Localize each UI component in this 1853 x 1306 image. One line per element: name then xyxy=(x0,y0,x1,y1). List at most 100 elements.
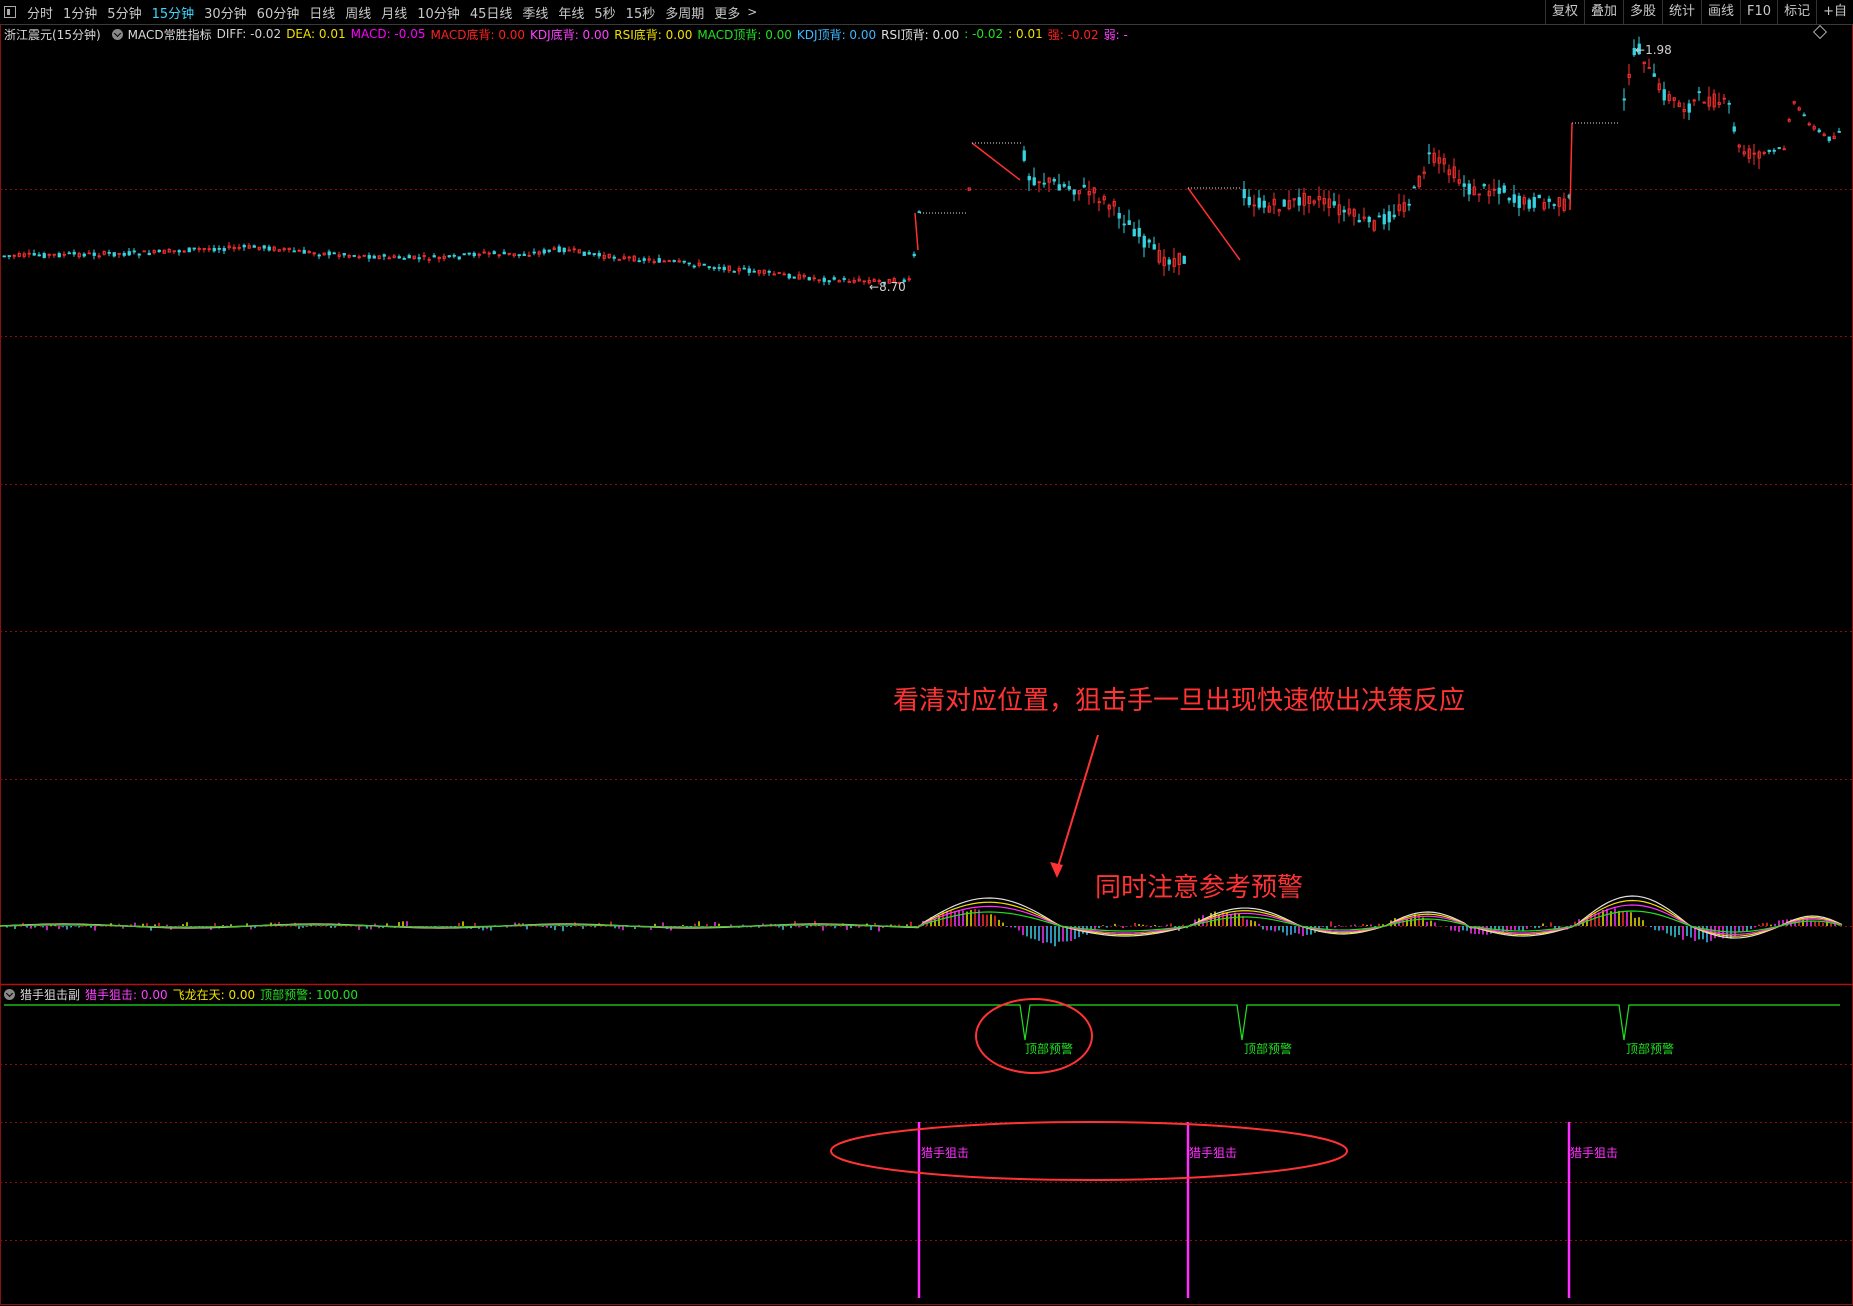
indicator-name[interactable]: MACD常胜指标 xyxy=(128,26,212,43)
period-tab[interactable]: 日线 xyxy=(304,3,340,22)
candle-body xyxy=(717,267,721,269)
candle-body xyxy=(1772,149,1776,152)
candle-body xyxy=(832,277,836,280)
candle-body xyxy=(157,249,161,253)
candle-body xyxy=(342,253,346,256)
toolbar-button[interactable]: F10 xyxy=(1740,0,1777,24)
candle-body xyxy=(397,256,401,259)
candle-body xyxy=(502,251,506,255)
candle-body xyxy=(1062,184,1066,187)
candle-body xyxy=(1377,215,1381,218)
toolbar-button[interactable]: 统计 xyxy=(1662,0,1701,24)
candle-body xyxy=(1827,136,1831,141)
sub-indicator-settings-icon[interactable] xyxy=(4,988,15,1000)
candle-body xyxy=(92,252,96,256)
candle-body xyxy=(842,278,846,280)
candle-body xyxy=(72,251,76,255)
macd-line xyxy=(0,899,1843,937)
candle-body xyxy=(1132,228,1136,237)
candle-body xyxy=(42,253,46,258)
period-tab[interactable]: 周线 xyxy=(340,3,376,22)
chart-canvas[interactable] xyxy=(0,0,1853,1306)
candle-body xyxy=(252,245,256,248)
period-tab[interactable]: 更多 xyxy=(709,3,745,22)
candle-body xyxy=(1467,183,1471,195)
period-tab[interactable]: 60分钟 xyxy=(252,3,305,22)
candle-body xyxy=(767,270,771,273)
period-tab[interactable]: 1分钟 xyxy=(58,3,102,22)
candle-body xyxy=(1537,194,1541,199)
candle-body xyxy=(542,249,546,254)
toolbar-button[interactable]: 标记 xyxy=(1777,0,1816,24)
toolbar-button[interactable]: 叠加 xyxy=(1583,0,1623,24)
period-tab[interactable]: 5秒 xyxy=(589,3,620,22)
period-tab[interactable]: 5分钟 xyxy=(102,3,146,22)
sniper-label: 猎手狙击 xyxy=(1189,1146,1238,1160)
candle-body xyxy=(1332,201,1336,206)
sub-indicator-value: 猎手狙击: 0.00 xyxy=(85,987,168,1002)
toolbar-button[interactable]: 复权 xyxy=(1544,0,1584,24)
candle-body xyxy=(1532,197,1536,208)
candle-body xyxy=(1407,203,1411,206)
candle-body xyxy=(1032,177,1036,186)
candle-body xyxy=(912,253,916,257)
candle-body xyxy=(462,253,466,256)
toolbar-button[interactable]: 多股 xyxy=(1623,0,1662,24)
candle-body xyxy=(1622,98,1626,101)
candle-body xyxy=(597,252,601,257)
candle-body xyxy=(1837,130,1841,133)
period-tab[interactable]: 分时 xyxy=(22,3,58,22)
period-tabs: 分时 1分钟 5分钟 15分钟 30分钟 60分钟 日线 周线 月线 10分钟 45日线 季线 年线 5秒… xyxy=(4,0,757,24)
chevron-right-icon[interactable]: > xyxy=(747,5,757,19)
period-tab[interactable]: 30分钟 xyxy=(199,3,252,22)
candle-body xyxy=(447,255,451,258)
gap-up-line xyxy=(914,212,919,251)
toolbar-button[interactable]: 画线 xyxy=(1701,0,1740,24)
period-tab[interactable]: 月线 xyxy=(376,3,412,22)
candle-body xyxy=(1462,183,1466,187)
candle-body xyxy=(407,255,411,259)
low-price-label: ←8.70 xyxy=(869,280,906,294)
period-tab[interactable]: 10分钟 xyxy=(412,3,465,22)
candle-body xyxy=(217,247,221,250)
candle-body xyxy=(147,252,151,256)
low-price-value: 8.70 xyxy=(879,280,906,294)
highlight-ellipse xyxy=(975,998,1093,1074)
candle-body xyxy=(1117,212,1121,219)
high-price-label: ←1.98 xyxy=(1635,43,1672,57)
period-tab[interactable]: 年线 xyxy=(553,3,589,22)
panel-toggle-icon[interactable] xyxy=(4,6,16,18)
candle-body xyxy=(472,252,476,257)
indicator-value: : -0.02 xyxy=(964,27,1004,41)
indicator-value: 强: -0.02 xyxy=(1047,27,1099,42)
candle-body xyxy=(562,247,566,253)
candle-body xyxy=(587,252,591,255)
candle-body xyxy=(1387,211,1391,223)
candle-body xyxy=(1507,197,1511,201)
candle-body xyxy=(127,251,131,256)
period-tab[interactable]: 多周期 xyxy=(660,3,709,22)
indicator-value: RSI顶背: 0.00 xyxy=(881,27,960,42)
candle-body xyxy=(382,254,386,257)
period-tab[interactable]: 45日线 xyxy=(465,3,518,22)
candle-body xyxy=(752,270,756,273)
period-tab[interactable]: 15分钟 xyxy=(147,3,200,22)
period-tab[interactable]: 15秒 xyxy=(621,3,661,22)
indicator-settings-icon[interactable] xyxy=(111,28,123,40)
candle-body xyxy=(1382,214,1386,225)
candle-body xyxy=(742,267,746,270)
stock-title: 浙江震元(15分钟) xyxy=(4,27,101,42)
candle-body xyxy=(1547,198,1551,202)
period-tab[interactable]: 季线 xyxy=(517,3,553,22)
sub-indicator-title[interactable]: 猎手狙击副 xyxy=(20,986,80,1003)
candle-body xyxy=(1512,194,1516,203)
candle-body xyxy=(177,250,181,253)
candle-body xyxy=(827,280,831,283)
price-arrow: ← xyxy=(1635,43,1646,57)
candle-body xyxy=(1367,216,1371,223)
candle-body xyxy=(67,252,71,255)
candle-body xyxy=(517,254,521,257)
candle-body xyxy=(1057,184,1061,191)
toolbar-button[interactable]: +自 xyxy=(1816,0,1853,24)
candle-body xyxy=(492,251,496,255)
